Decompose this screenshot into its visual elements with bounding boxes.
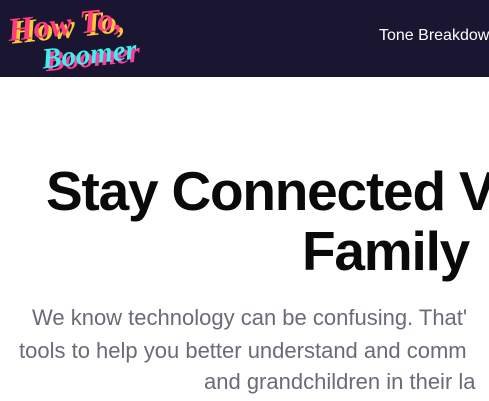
how-to-boomer-logo[interactable]: How To, How To, Boomer Boomer (0, 0, 175, 77)
nav-link-tone-breakdown[interactable]: Tone Breakdow (379, 27, 489, 45)
hero-title-line2: Family (302, 220, 470, 282)
hero-subtitle-line2: tools to help you better understand and … (19, 338, 467, 363)
logo-graphic: How To, How To, Boomer Boomer (5, 1, 142, 77)
hero-subtitle-line1: We know technology can be confusing. Tha… (32, 305, 468, 330)
hero-subtitle-line3: and grandchildren in their la (204, 369, 476, 394)
top-nav-bar: How To, How To, Boomer Boomer Tone Break… (0, 0, 489, 77)
hero-title-line1: Stay Connected V (46, 160, 489, 222)
hero-section: Stay Connected V Family We know technolo… (0, 77, 489, 401)
